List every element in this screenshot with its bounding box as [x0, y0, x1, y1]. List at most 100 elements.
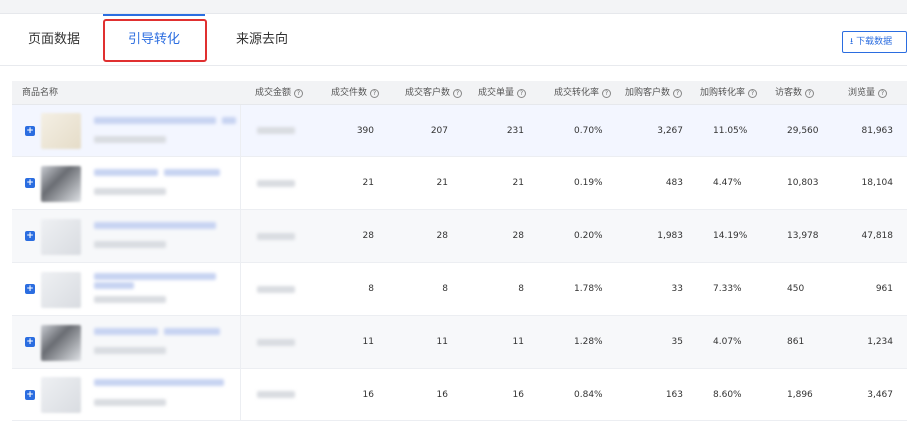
help-icon[interactable]: ? [748, 89, 758, 98]
col-header-customers[interactable]: 成交客户数? [405, 81, 463, 105]
expand-row-icon[interactable]: + [25, 231, 35, 241]
col-header-product-name[interactable]: 商品名称 [22, 81, 58, 105]
product-title-redacted [94, 222, 216, 229]
cell-page-views: 47,818 [861, 231, 894, 241]
cell-cart-customers: 163 [665, 389, 683, 400]
column-divider [240, 210, 241, 262]
product-thumbnail [41, 325, 81, 361]
help-icon[interactable]: ? [673, 89, 683, 98]
cell-items: 28 [362, 231, 374, 241]
cell-page-views: 961 [875, 284, 893, 294]
product-title-redacted [222, 117, 236, 124]
cell-conversion-rate: 0.84% [574, 389, 603, 400]
help-icon[interactable]: ? [294, 89, 304, 98]
col-header-amount[interactable]: 成交金额? [255, 81, 304, 105]
product-subtitle-redacted [94, 241, 166, 248]
expand-row-icon[interactable]: + [25, 178, 35, 188]
table-row[interactable]: + 11 11 11 1.28% 35 4.07% 861 1,234 [12, 316, 907, 369]
cell-items: 21 [362, 178, 374, 188]
table-row[interactable]: + 28 28 28 0.20% 1,983 14.19% 13,978 47,… [12, 210, 907, 263]
col-header-items[interactable]: 成交件数? [331, 81, 380, 105]
expand-row-icon[interactable]: + [25, 126, 35, 136]
product-subtitle-redacted [94, 188, 166, 195]
col-header-label: 加购转化率 [700, 88, 746, 98]
product-title-redacted [164, 328, 220, 335]
column-divider [240, 369, 241, 420]
cell-page-views: 81,963 [861, 125, 894, 136]
amount-redacted [257, 391, 295, 398]
cell-customers: 207 [430, 125, 448, 136]
cell-orders: 16 [512, 389, 524, 400]
product-thumbnail [41, 113, 81, 149]
cell-customers: 8 [442, 284, 448, 294]
cell-cart-customers: 35 [671, 337, 683, 347]
help-icon[interactable]: ? [370, 89, 380, 98]
expand-row-icon[interactable]: + [25, 337, 35, 347]
help-icon[interactable]: ? [453, 89, 463, 98]
cell-cart-conversion: 8.60% [713, 389, 742, 400]
table-row[interactable]: + 8 8 8 1.78% 33 7.33% 450 961 [12, 263, 907, 316]
product-subtitle-redacted [94, 296, 166, 303]
top-strip [0, 0, 907, 14]
cell-orders: 11 [512, 337, 524, 347]
cell-customers: 28 [436, 231, 448, 241]
cell-visitors: 13,978 [787, 231, 819, 241]
cell-customers: 16 [436, 389, 448, 400]
product-title-redacted [94, 328, 158, 335]
product-subtitle-redacted [94, 347, 166, 354]
cell-conversion-rate: 1.28% [574, 337, 603, 347]
download-icon: ⭳ [850, 37, 854, 47]
cell-visitors: 450 [787, 284, 805, 294]
cell-orders: 231 [506, 125, 524, 136]
col-header-page-views[interactable]: 浏览量? [848, 81, 888, 105]
col-header-label: 成交转化率 [554, 88, 600, 98]
cell-visitors: 10,803 [787, 178, 819, 188]
help-icon[interactable]: ? [602, 89, 612, 98]
data-table: 商品名称 成交金额? 成交件数? 成交客户数? 成交单量? 成交转化率? 加购客… [12, 81, 907, 421]
amount-redacted [257, 339, 295, 346]
help-icon[interactable]: ? [878, 89, 888, 98]
expand-row-icon[interactable]: + [25, 284, 35, 294]
col-header-orders[interactable]: 成交单量? [478, 81, 527, 105]
product-thumbnail [41, 272, 81, 308]
col-header-conversion-rate[interactable]: 成交转化率? [554, 81, 612, 105]
product-subtitle-redacted [94, 399, 166, 406]
product-title-redacted [164, 169, 220, 176]
cell-conversion-rate: 1.78% [574, 284, 603, 294]
table-row[interactable]: + 390 207 231 0.70% 3,267 11.05% 29,560 … [12, 105, 907, 157]
cell-page-views: 1,234 [867, 337, 893, 347]
cell-visitors: 29,560 [787, 125, 819, 136]
col-header-label: 成交客户数 [405, 88, 451, 98]
cell-orders: 28 [512, 231, 524, 241]
cell-page-views: 18,104 [861, 178, 894, 188]
product-title-redacted [94, 169, 158, 176]
expand-row-icon[interactable]: + [25, 390, 35, 400]
col-header-visitors[interactable]: 访客数? [775, 81, 815, 105]
col-header-cart-customers[interactable]: 加购客户数? [625, 81, 683, 105]
tab-source-destination[interactable]: 来源去向 [236, 14, 288, 66]
cell-cart-customers: 1,983 [657, 231, 683, 241]
table-row[interactable]: + 21 21 21 0.19% 483 4.47% 10,803 18,104 [12, 157, 907, 210]
col-header-label: 浏览量 [848, 88, 876, 98]
cell-items: 11 [362, 337, 374, 347]
cell-orders: 21 [512, 178, 524, 188]
amount-redacted [257, 180, 295, 187]
help-icon[interactable]: ? [517, 89, 527, 98]
product-title-redacted [94, 282, 134, 289]
amount-redacted [257, 127, 295, 134]
product-title-redacted [94, 379, 224, 386]
cell-customers: 21 [436, 178, 448, 188]
column-divider [240, 316, 241, 368]
download-label: 下载数据 [856, 37, 893, 47]
col-header-label: 商品名称 [22, 88, 59, 98]
column-divider [240, 263, 241, 315]
download-data-button[interactable]: ⭳ 下载数据 [842, 31, 907, 53]
cell-conversion-rate: 0.20% [574, 231, 603, 241]
cell-cart-conversion: 4.07% [713, 337, 742, 347]
cell-items: 390 [356, 125, 374, 136]
table-row[interactable]: + 16 16 16 0.84% 163 8.60% 1,896 3,467 [12, 369, 907, 421]
help-icon[interactable]: ? [805, 89, 815, 98]
tab-page-data[interactable]: 页面数据 [28, 14, 80, 66]
tab-guide-conversion[interactable]: 引导转化 [128, 14, 180, 66]
col-header-cart-conversion[interactable]: 加购转化率? [700, 81, 758, 105]
